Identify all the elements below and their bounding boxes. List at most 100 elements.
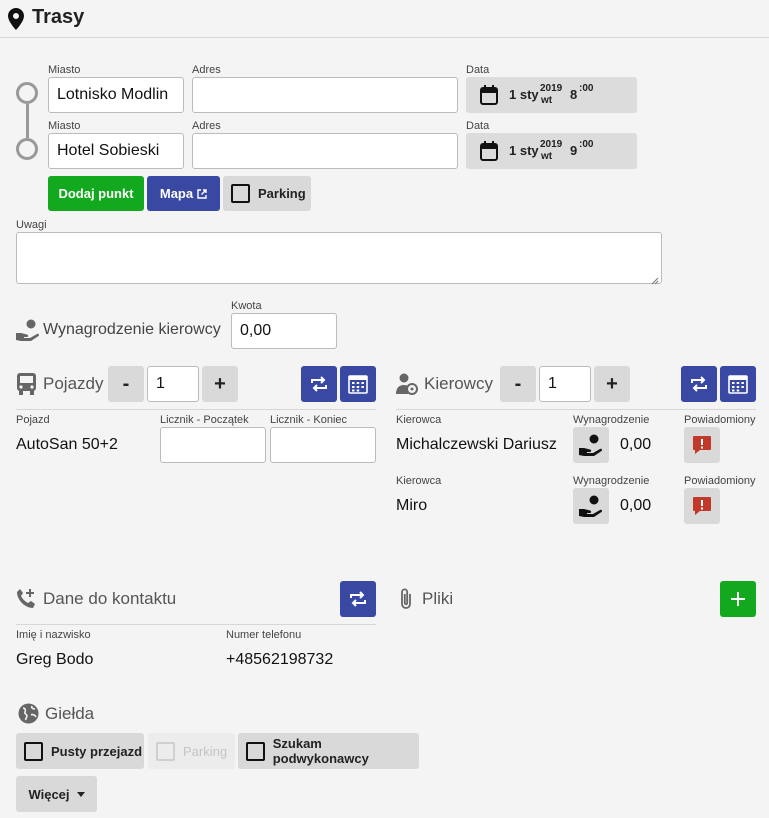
checkbox-icon <box>24 741 43 761</box>
driver-pay-col-label: Wynagrodzenie <box>573 475 650 487</box>
contact-title: Dane do kontaktu <box>16 588 176 609</box>
driver-pay-value: 0,00 <box>620 497 652 514</box>
header: Trasy <box>0 0 769 38</box>
timeline-point-1 <box>16 82 38 104</box>
add-point-label: Dodaj punkt <box>58 186 134 201</box>
drivers-divider <box>396 409 756 410</box>
timeline-point-2 <box>16 138 38 160</box>
address-input[interactable] <box>192 77 458 113</box>
driver-pay-button[interactable] <box>573 488 609 524</box>
subcontractor-checkbox[interactable]: Szukam podwykonawcy <box>238 733 419 769</box>
contact-phone-label: Numer telefonu <box>226 629 302 641</box>
alert-icon <box>692 435 712 455</box>
vehicles-calendar-button[interactable] <box>340 366 376 402</box>
drivers-title-text: Kierowcy <box>424 374 493 393</box>
bus-icon <box>16 373 37 395</box>
vehicles-title: Pojazdy <box>16 373 103 395</box>
drivers-calendar-button[interactable] <box>720 366 756 402</box>
phone-icon <box>16 588 37 609</box>
date-weekday: wt <box>541 95 553 106</box>
drivers-swap-button[interactable] <box>681 366 717 402</box>
resize-handle-icon <box>650 272 659 290</box>
driver-pay-value: 0,00 <box>620 436 652 453</box>
hand-money-icon <box>579 434 603 456</box>
address-label: Adres <box>192 64 221 76</box>
vehicles-title-text: Pojazdy <box>43 374 104 393</box>
time-hour: 8 <box>570 87 578 102</box>
date-picker[interactable]: 1 sty 2019 wt 8 :00 <box>466 77 637 113</box>
page-title: Trasy <box>32 6 85 28</box>
more-label: Więcej <box>28 786 70 802</box>
amount-label: Kwota <box>231 300 262 312</box>
empty-ride-checkbox[interactable]: Pusty przejazd <box>16 733 144 769</box>
driver-pay-col-label: Wynagrodzenie <box>573 414 650 426</box>
vehicle-name: AutoSan 50+2 <box>16 436 118 453</box>
contact-phone: +48562198732 <box>226 651 334 668</box>
counter-start-input[interactable] <box>160 427 266 463</box>
driver-pay-button[interactable] <box>573 427 609 463</box>
notify-button[interactable] <box>684 427 720 463</box>
files-title-text: Pliki <box>422 589 454 608</box>
address-input[interactable] <box>192 133 458 169</box>
vehicles-plus-button[interactable]: + <box>202 366 238 402</box>
repeat-icon <box>689 374 709 394</box>
map-label: Mapa <box>159 186 194 201</box>
repeat-icon <box>348 589 368 609</box>
paperclip-icon <box>398 588 414 610</box>
vehicles-minus-button[interactable]: - <box>108 366 144 402</box>
contact-swap-button[interactable] <box>340 581 376 617</box>
driver-label: Kierowca <box>396 414 442 426</box>
driver-pay-label: Wynagrodzenie kierowcy <box>43 321 221 338</box>
calendar-grid-icon <box>348 374 368 394</box>
alert-icon <box>692 496 712 516</box>
amount-input[interactable]: 0,00 <box>231 313 337 349</box>
plus-icon <box>730 591 746 607</box>
subcontractor-label: Szukam podwykonawcy <box>272 736 369 766</box>
drivers-minus-button[interactable]: - <box>500 366 536 402</box>
calendar-icon <box>480 141 498 166</box>
drivers-count-input[interactable]: 1 <box>539 366 591 402</box>
exchange-parking-label: Parking <box>183 743 228 759</box>
counter-end-input[interactable] <box>270 427 376 463</box>
driver-steering-icon <box>396 373 418 395</box>
calendar-icon <box>480 85 498 110</box>
notes-textarea[interactable] <box>16 232 662 284</box>
add-file-button[interactable] <box>720 581 756 617</box>
contact-name-label: Imię i nazwisko <box>16 629 91 641</box>
exchange-title: Giełda <box>18 703 94 724</box>
more-dropdown-button[interactable]: Więcej <box>16 776 97 812</box>
vehicles-swap-button[interactable] <box>301 366 337 402</box>
drivers-title: Kierowcy <box>396 373 493 395</box>
checkbox-icon <box>156 741 175 761</box>
counter-start-label: Licznik - Początek <box>160 414 249 426</box>
drivers-plus-button[interactable]: + <box>594 366 630 402</box>
exchange-parking-checkbox[interactable]: Parking <box>148 733 235 769</box>
address-label: Adres <box>192 120 221 132</box>
vehicles-count-input[interactable]: 1 <box>147 366 199 402</box>
checkbox-icon <box>246 741 265 761</box>
date-day: 1 sty <box>509 143 539 158</box>
add-point-button[interactable]: Dodaj punkt <box>48 176 144 211</box>
date-picker[interactable]: 1 sty 2019 wt 9 :00 <box>466 133 637 169</box>
map-button[interactable]: Mapa <box>147 176 220 211</box>
notify-button[interactable] <box>684 488 720 524</box>
checkbox-icon <box>231 184 250 203</box>
driver-name: Miro <box>396 497 428 514</box>
counter-end-label: Licznik - Koniec <box>270 414 348 426</box>
repeat-icon <box>309 374 329 394</box>
contact-divider <box>16 624 376 625</box>
calendar-grid-icon <box>728 374 748 394</box>
notes-label: Uwagi <box>16 219 47 231</box>
date-weekday: wt <box>541 151 553 162</box>
city-input[interactable]: Lotnisko Modlin <box>48 77 184 113</box>
hand-money-icon <box>16 319 40 346</box>
date-year: 2019 <box>540 139 563 150</box>
city-label: Miasto <box>48 64 81 76</box>
driver-name: Michalczewski Dariusz <box>396 436 557 453</box>
timeline-line <box>25 104 29 138</box>
vehicles-divider <box>16 409 376 410</box>
city-input[interactable]: Hotel Sobieski <box>48 133 184 169</box>
time-minute: :00 <box>579 83 594 94</box>
parking-checkbox[interactable]: Parking <box>223 176 311 211</box>
exchange-title-text: Giełda <box>45 703 95 723</box>
